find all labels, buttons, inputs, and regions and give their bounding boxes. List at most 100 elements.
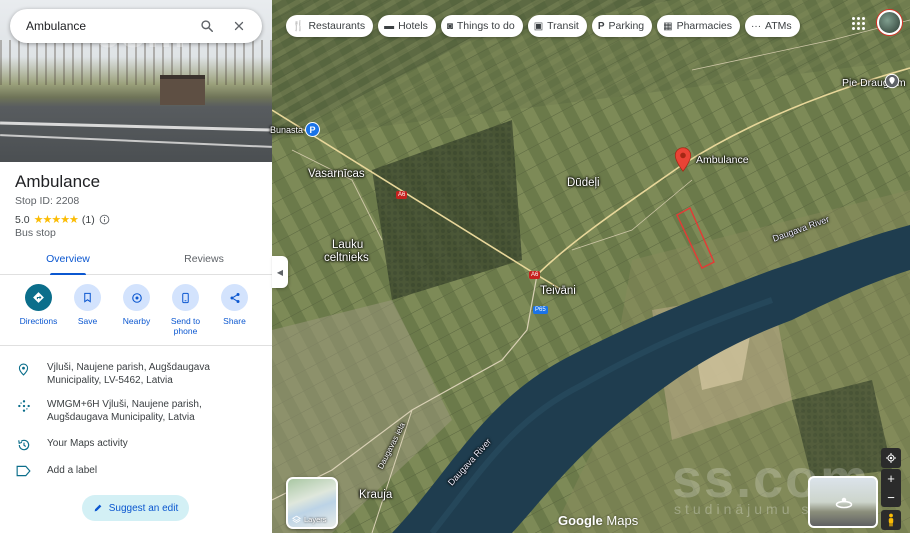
place-title: Ambulance [15,172,101,191]
tab-reviews[interactable]: Reviews [136,247,272,274]
place-tabs: Overview Reviews [0,247,272,275]
street-view-thumbnail[interactable] [808,476,878,528]
map-label-vasarnicas[interactable]: Vasarnīcas [308,168,365,181]
camera-icon: ◙ [446,20,453,32]
route-shield-a6-south: A6 [529,271,541,279]
address-row[interactable]: Vjluši, Naujene parish, Augšdaugava Muni… [0,361,272,387]
suggest-edit-button[interactable]: Suggest an edit [82,495,189,521]
map-label-teivani[interactable]: Teivāni [540,285,576,298]
rating-stars: ★★★★★ [33,214,79,226]
pegman-button[interactable] [881,510,901,530]
directions-label: Directions [19,316,58,326]
maps-activity-text: Your Maps activity [47,438,128,449]
fork-knife-icon: 🍴 [292,20,305,32]
layers-label: Layers [304,515,327,524]
bookmark-icon [84,292,91,303]
apps-grid-button[interactable] [850,15,866,31]
chip-transit[interactable]: ▣ Transit [527,15,587,37]
layers-icon [292,515,301,523]
map-label-lauku[interactable]: Lauku [332,239,363,252]
maps-app: com Ambulance Stop ID: 2208 5.0 ★★★★★ (1… [0,0,910,533]
chip-parking-label: Parking [608,20,645,32]
info-icon[interactable] [99,214,110,225]
nearby-circle [123,284,150,311]
history-icon-wrap [0,437,47,452]
share-button[interactable]: Share [210,284,259,336]
add-label-row[interactable]: Add a label [0,464,272,477]
layers-button[interactable]: Layers [286,477,338,529]
map-canvas[interactable]: ss.com studinājumu serviss [272,0,910,533]
account-avatar[interactable] [877,10,902,35]
atm-icon: ··· [751,20,762,32]
label-icon-wrap [0,464,47,477]
chip-transit-label: Transit [547,20,579,32]
tab-overview[interactable]: Overview [0,247,136,275]
directions-circle [25,284,52,311]
zoom-out-button[interactable]: − [881,488,901,507]
map-label-ambulance[interactable]: Ambulance [696,154,749,167]
my-location-button[interactable] [881,448,901,468]
divider [0,345,272,346]
share-label: Share [223,316,246,326]
plus-code-row[interactable]: WMGM+6H Vjluši, Naujene parish, Augšdaug… [0,398,272,424]
location-pin-icon [18,363,29,376]
map-label-krauja[interactable]: Krauja [359,489,392,502]
search-button[interactable] [196,15,218,37]
place-category[interactable]: Bus stop [15,227,56,239]
plus-code-icon [17,400,30,412]
close-button[interactable] [228,15,250,37]
search-icon [201,20,214,33]
chip-restaurants-label: Restaurants [308,20,366,32]
map-label-celtnieks[interactable]: celtnieks [324,252,369,265]
chip-things-to-do[interactable]: ◙ Things to do [440,15,523,37]
category-chips: 🍴 Restaurants ▬ Hotels ◙ Things to do ▣ Tran… [286,15,800,37]
map-label-dudeli[interactable]: Dūdeļi [567,177,600,190]
maps-activity-row[interactable]: Your Maps activity [0,437,272,452]
chip-hotels[interactable]: ▬ Hotels [378,15,436,37]
send-to-phone-button[interactable]: Send to phone [161,284,210,336]
chip-parking[interactable]: P Parking [591,15,653,37]
maps-wordmark: Maps [606,513,639,528]
history-icon [17,439,29,451]
bed-icon: ▬ [384,20,395,32]
train-icon: ▣ [533,20,544,32]
directions-button[interactable]: Directions [14,284,63,336]
photo-bus-shelter [160,75,205,105]
parking-icon: P [597,20,605,32]
route-shield-a6-north: A6 [396,191,408,199]
map-label-bunasta[interactable]: Bunasta [270,124,303,137]
photo-watermark: com [95,8,186,57]
close-icon [234,21,244,31]
layers-label-wrap: Layers [292,515,327,524]
collapse-panel-button[interactable]: ◀ [272,256,288,288]
address-text: Vjluši, Naujene parish, Augšdaugava Muni… [47,362,210,386]
save-button[interactable]: Save [63,284,112,336]
nearby-button[interactable]: Nearby [112,284,161,336]
street-view-icon [835,497,853,509]
directions-icon [33,292,44,303]
parking-marker[interactable]: P [305,122,320,137]
chip-pharmacies[interactable]: ▦ Pharmacies [657,15,741,37]
zoom-in-button[interactable]: + [881,469,901,488]
crosshair-icon [886,453,896,463]
chip-atms[interactable]: ··· ATMs [745,15,800,37]
google-wordmark: Google [558,513,603,528]
review-count[interactable]: (1) [82,214,95,226]
route-shield-p65: P65 [533,306,548,314]
nearby-label: Nearby [122,316,151,326]
phone-icon [182,292,189,303]
send-circle [172,284,199,311]
place-poi-icon[interactable] [884,73,900,89]
plus-code-icon-wrap [0,398,47,413]
place-marker[interactable] [674,147,692,177]
stop-id: Stop ID: 2208 [15,195,80,207]
share-circle [221,284,248,311]
photo-road-edge [0,134,272,148]
pegman-icon [888,513,894,527]
rating-row[interactable]: 5.0 ★★★★★ (1) [15,213,110,226]
google-maps-logo: Google Maps [558,513,638,528]
send-to-phone-label: Send to phone [170,316,201,336]
chip-atms-label: ATMs [765,20,792,32]
plus-code-text: WMGM+6H Vjluši, Naujene parish, Augšdaug… [47,399,202,423]
chip-restaurants[interactable]: 🍴 Restaurants [286,15,374,37]
